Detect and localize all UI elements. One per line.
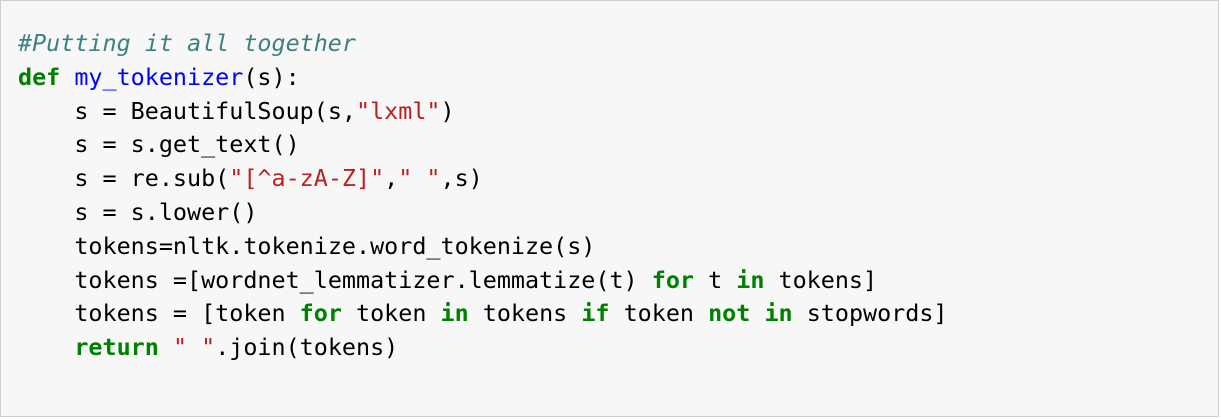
- code-line-2: def my_tokenizer(s):: [18, 61, 948, 95]
- string-literal: "lxml": [356, 96, 441, 125]
- code-editor[interactable]: #Putting it all together def my_tokenizer…: [18, 27, 948, 365]
- keyword-for: for: [651, 265, 694, 294]
- code-text: ,: [384, 164, 399, 193]
- code-line-6: s = s.lower(): [18, 196, 948, 230]
- code-text: tokens =[wordnet_lemmatizer.lemmatize(t): [74, 265, 652, 294]
- code-text: ): [440, 96, 455, 125]
- code-line-3: s = BeautifulSoup(s,"lxml"): [18, 95, 948, 129]
- keyword-if: if: [581, 299, 610, 328]
- code-text: t: [693, 265, 737, 294]
- code-line-7: tokens=nltk.tokenize.word_tokenize(s): [18, 230, 948, 264]
- keyword-not: not: [708, 299, 751, 328]
- code-text: tokens]: [764, 265, 878, 294]
- code-text: s = s.lower(): [74, 197, 258, 226]
- code-line-5: s = re.sub("[^a-zA-Z]"," ",s): [18, 162, 948, 196]
- code-text: tokens: [468, 299, 582, 328]
- keyword-in: in: [440, 299, 469, 328]
- code-cell[interactable]: #Putting it all together def my_tokenizer…: [0, 0, 1219, 417]
- code-text: s = re.sub(: [74, 164, 230, 193]
- code-text: token: [609, 299, 709, 328]
- keyword-in: in: [736, 265, 765, 294]
- code-line-9: tokens = [token for token in tokens if t…: [18, 297, 948, 331]
- code-line-8: tokens =[wordnet_lemmatizer.lemmatize(t)…: [18, 264, 948, 298]
- string-literal: " ": [398, 164, 441, 193]
- code-line-4: s = s.get_text(): [18, 128, 948, 162]
- code-text: ,s): [440, 164, 483, 193]
- function-name: my_tokenizer: [74, 62, 244, 91]
- string-literal: " ": [172, 333, 216, 362]
- keyword-in: in: [764, 299, 793, 328]
- code-text: tokens=nltk.tokenize.word_tokenize(s): [74, 231, 596, 260]
- code-text: token: [341, 299, 441, 328]
- code-text: (s):: [243, 62, 300, 91]
- comment: #Putting it all together: [18, 29, 356, 57]
- keyword-return: return: [74, 333, 159, 362]
- code-line-1: #Putting it all together: [18, 27, 948, 61]
- code-text: s = s.get_text(): [74, 130, 300, 159]
- keyword-for: for: [299, 299, 342, 328]
- code-text: s = BeautifulSoup(s,: [74, 96, 356, 125]
- code-line-10: return " ".join(tokens): [18, 331, 948, 365]
- code-text: stopwords]: [792, 299, 948, 328]
- code-text: .join(tokens): [215, 333, 399, 362]
- string-literal: "[^a-zA-Z]": [229, 164, 385, 193]
- keyword-def: def: [18, 62, 61, 91]
- code-text: tokens = [token: [74, 299, 300, 328]
